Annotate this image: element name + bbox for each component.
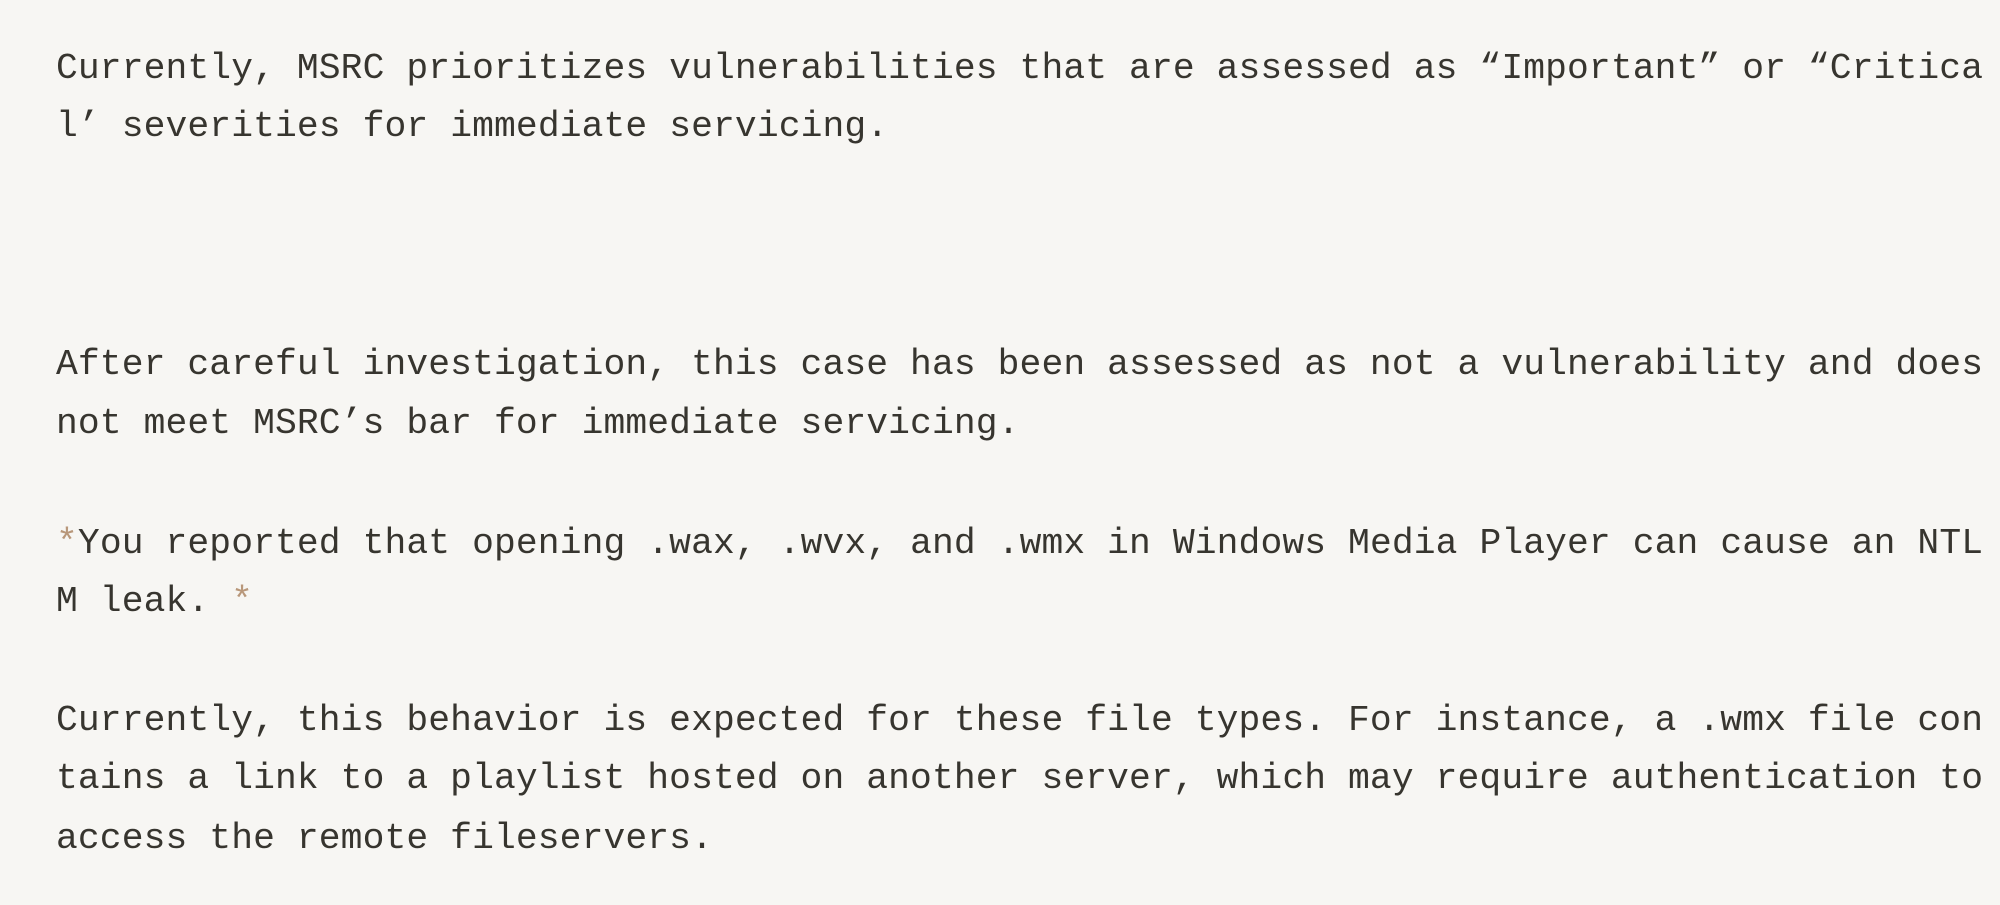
text-line: l’ severities for immediate servicing. xyxy=(56,106,889,147)
emphasis-marker-close: * xyxy=(231,581,254,622)
text-line: Currently, this behavior is expected for… xyxy=(56,700,1984,741)
text-content: You reported that opening .wax, .wvx, an… xyxy=(77,523,1984,564)
emphasis-marker-open: * xyxy=(56,523,78,564)
text-line: not meet MSRC’s bar for immediate servic… xyxy=(56,403,1020,444)
text-line: access the remote fileservers. xyxy=(56,818,713,859)
text-content: M leak. xyxy=(56,581,232,622)
text-line: After careful investigation, this case h… xyxy=(56,344,1984,385)
text-line: *You reported that opening .wax, .wvx, a… xyxy=(56,515,1983,573)
text-line: tains a link to a playlist hosted on ano… xyxy=(56,758,1984,799)
text-line: Currently, MSRC prioritizes vulnerabilit… xyxy=(56,48,1984,89)
text-line: M leak. * xyxy=(56,573,253,631)
